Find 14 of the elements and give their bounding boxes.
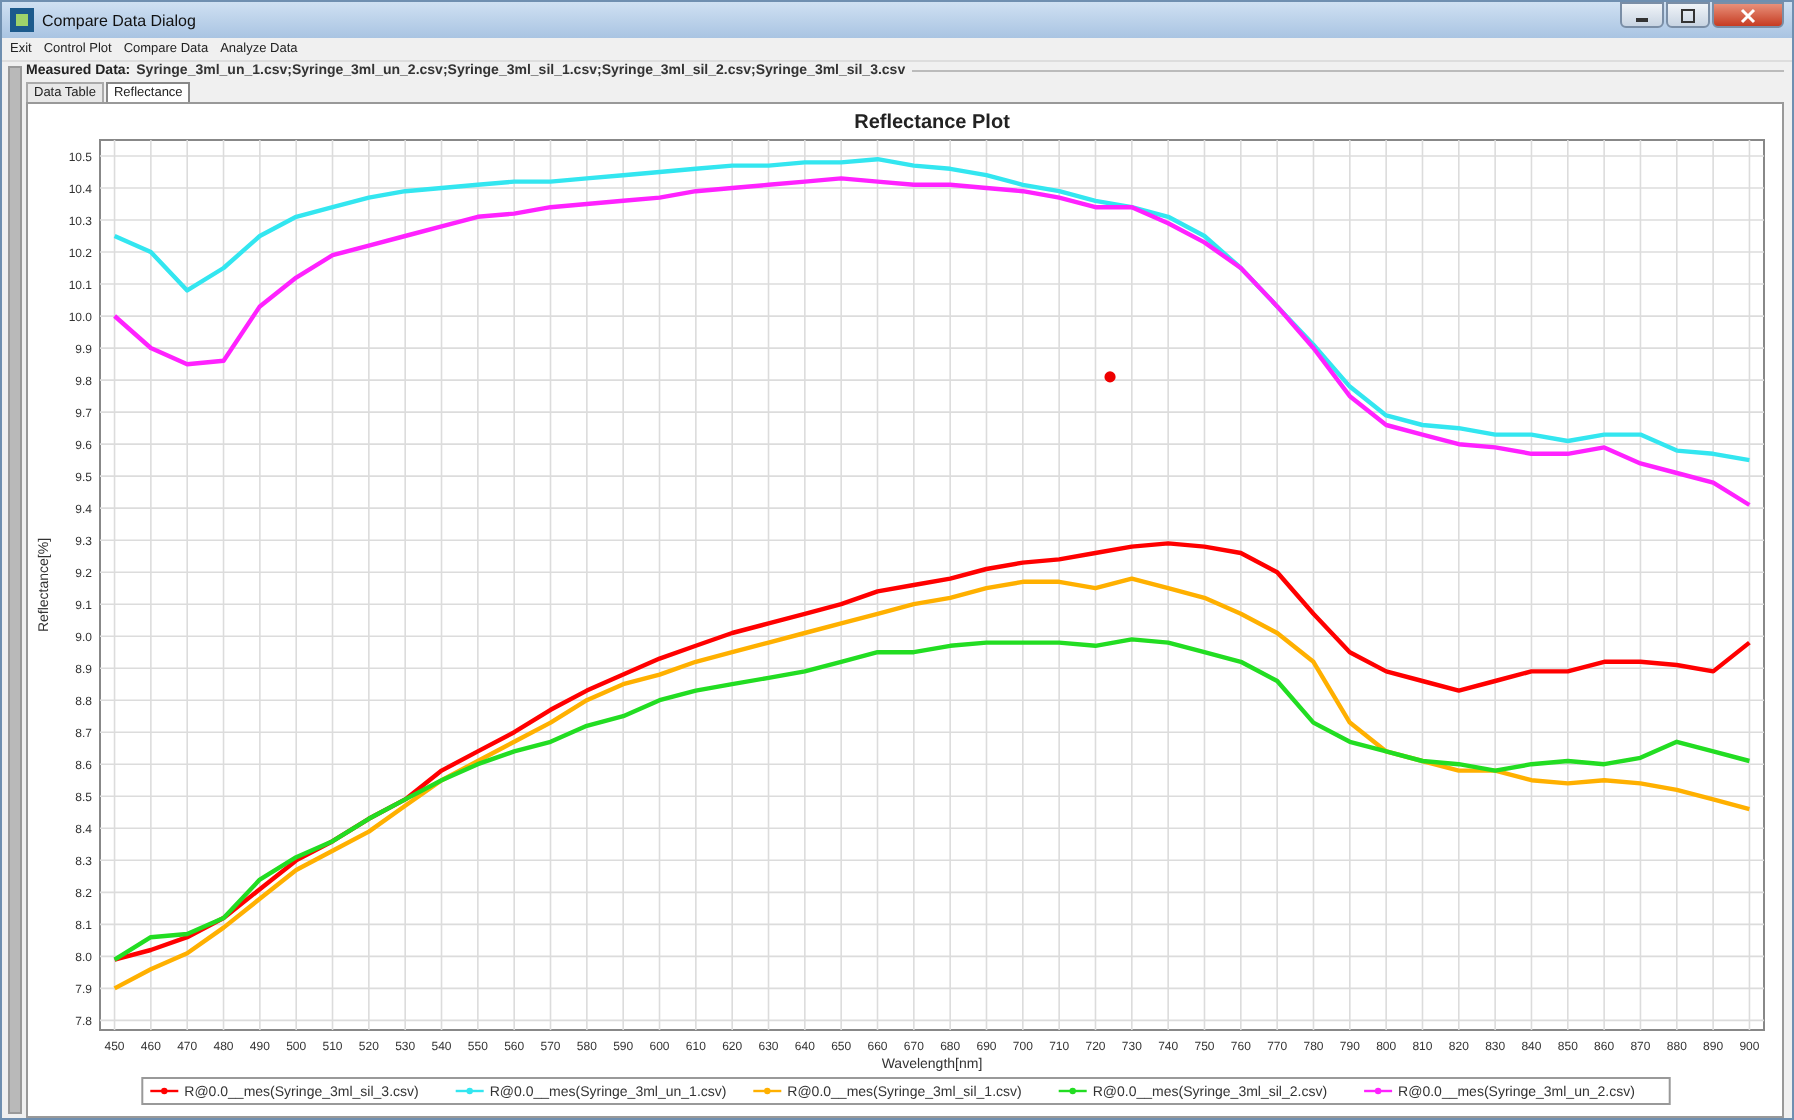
marker-dot	[1104, 371, 1116, 383]
maximize-button[interactable]	[1666, 2, 1710, 28]
chart-title: Reflectance Plot	[854, 112, 1010, 134]
app-icon	[10, 8, 34, 32]
legend-line-icon	[1364, 1087, 1393, 1095]
legend-line-icon	[150, 1087, 179, 1095]
close-button[interactable]	[1712, 2, 1784, 28]
maximize-icon	[1680, 7, 1696, 23]
legend-line-icon	[455, 1087, 484, 1095]
legend-line-icon	[753, 1087, 782, 1095]
window-title: Compare Data Dialog	[42, 11, 196, 29]
legend-line-icon	[1058, 1087, 1087, 1095]
minimize-button[interactable]	[1620, 2, 1664, 28]
close-icon	[1740, 7, 1756, 23]
